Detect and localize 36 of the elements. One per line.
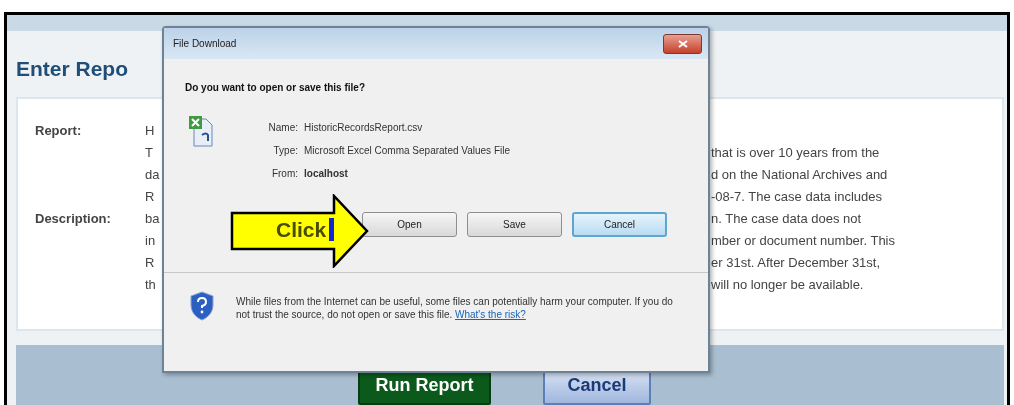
dialog-button[interactable]: Cancel xyxy=(572,212,667,237)
risk-link[interactable]: What's the risk? xyxy=(455,309,526,320)
description-text: mber or document number. This xyxy=(711,232,895,248)
description-text: will no longer be available. xyxy=(711,276,864,292)
description-text: -08-7. The case data includes xyxy=(711,188,883,204)
description-text: th xyxy=(145,276,156,292)
description-text: R xyxy=(145,254,155,270)
dialog-question: Do you want to open or save this file? xyxy=(185,82,367,93)
close-button[interactable] xyxy=(663,33,702,54)
field-label: Type: xyxy=(272,145,298,156)
description-text: H xyxy=(145,122,155,138)
description-text: T xyxy=(145,144,153,160)
description-text: that is over 10 years from the xyxy=(711,144,880,160)
field-value: HistoricRecordsReport.csv xyxy=(304,122,424,133)
close-icon xyxy=(677,39,688,48)
description-text: da xyxy=(145,166,160,182)
dialog-button[interactable]: Open xyxy=(362,212,457,237)
dialog-title: File Download xyxy=(173,38,237,49)
callout-label: Click xyxy=(276,218,327,242)
field-label: Report: xyxy=(35,122,82,138)
description-text: in xyxy=(145,232,156,248)
shield-question-icon xyxy=(190,291,214,321)
page-title: Enter Repo xyxy=(15,56,128,82)
description-text: R xyxy=(145,188,155,204)
field-label: Name: xyxy=(267,122,298,133)
description-text: ba xyxy=(145,210,160,226)
dialog-button[interactable]: Save xyxy=(467,212,562,237)
field-label: Description: xyxy=(35,210,111,226)
spreadsheet-file-icon xyxy=(188,115,214,147)
description-text: d on the National Archives and xyxy=(711,166,888,182)
field-label: From: xyxy=(270,168,298,179)
field-value: localhost xyxy=(304,168,349,179)
description-text: er 31st. After December 31st, xyxy=(711,254,881,270)
field-value: Microsoft Excel Comma Separated Values File xyxy=(304,145,510,156)
warning-text: While files from the Internet can be useful, some files can potentially harm your computer. If you do not trust the source, do not open or save this file. What's the risk? xyxy=(236,295,674,321)
description-text: n. The case data does not xyxy=(711,210,862,226)
